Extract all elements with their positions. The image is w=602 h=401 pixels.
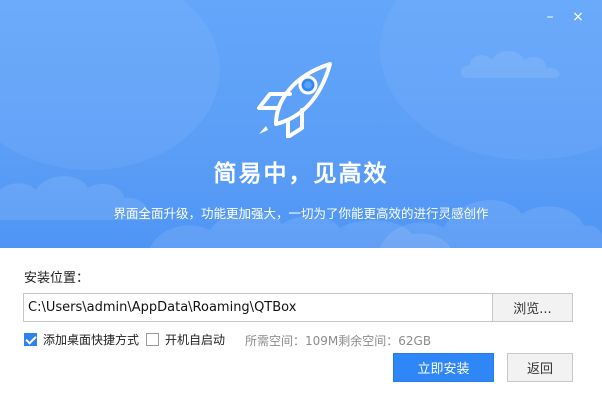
auto-start-option[interactable]: 开机自启动 <box>146 331 225 348</box>
install-path-label: 安装位置： <box>24 271 90 286</box>
desktop-shortcut-option[interactable]: 添加桌面快捷方式 <box>24 331 139 348</box>
installer-window: – × 简易中，见高效 界面全面升级，功能更加强大，一切为了你能更高效的进行灵感… <box>0 0 602 401</box>
rocket-icon <box>257 62 332 138</box>
back-button[interactable]: 返回 <box>507 353 573 382</box>
desktop-shortcut-label: 添加桌面快捷方式 <box>43 333 140 347</box>
desktop-shortcut-checkbox[interactable] <box>24 333 37 346</box>
banner-glow <box>0 0 220 170</box>
install-path-input[interactable] <box>23 293 493 322</box>
minimize-button[interactable]: – <box>541 8 559 26</box>
browse-button[interactable]: 浏览... <box>492 293 573 322</box>
hero-title: 简易中，见高效 <box>213 161 389 187</box>
auto-start-checkbox[interactable] <box>146 333 159 346</box>
auto-start-label: 开机自启动 <box>165 333 226 347</box>
hero-subtitle: 界面全面升级，功能更加强大，一切为了你能更高效的进行灵感创作 <box>113 206 489 221</box>
cloud-decoration <box>460 51 560 78</box>
close-button[interactable]: × <box>569 8 587 26</box>
disk-space-info: 所需空间：109M剩余空间：62GB <box>245 334 432 348</box>
install-now-button[interactable]: 立即安装 <box>393 353 494 382</box>
hero-banner: – × 简易中，见高效 界面全面升级，功能更加强大，一切为了你能更高效的进行灵感… <box>0 0 602 248</box>
